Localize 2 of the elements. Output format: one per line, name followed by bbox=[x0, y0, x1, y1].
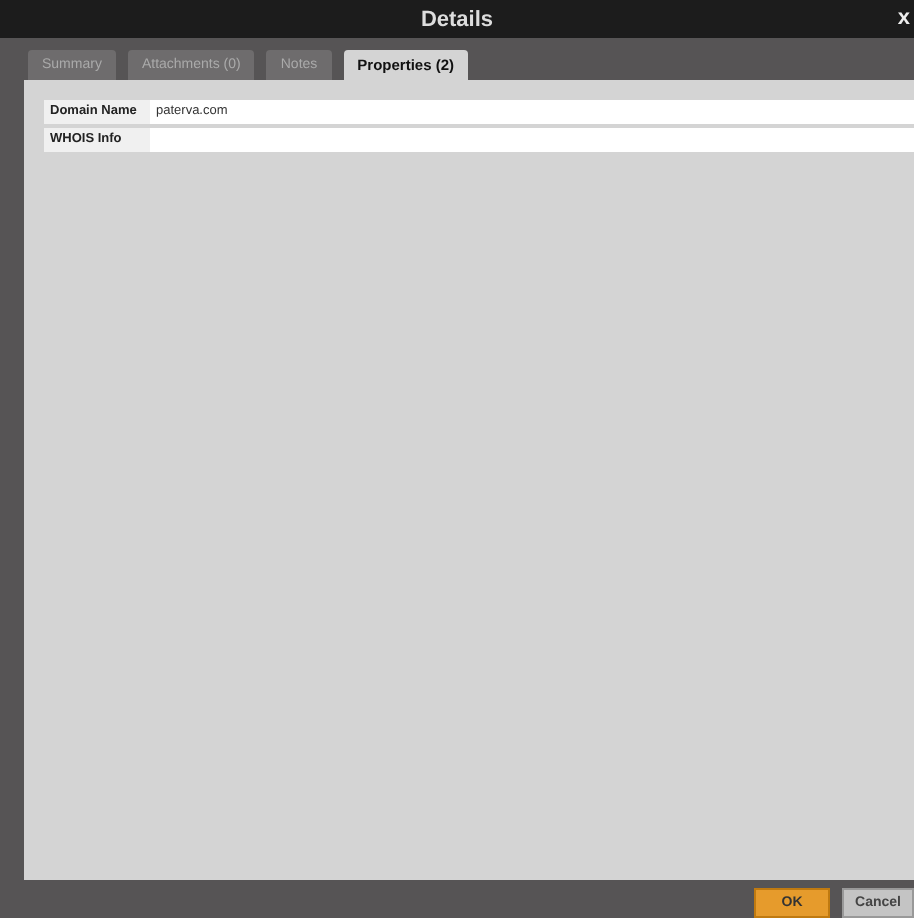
window-title: Details bbox=[420, 7, 494, 31]
close-button[interactable]: x bbox=[893, 6, 914, 30]
